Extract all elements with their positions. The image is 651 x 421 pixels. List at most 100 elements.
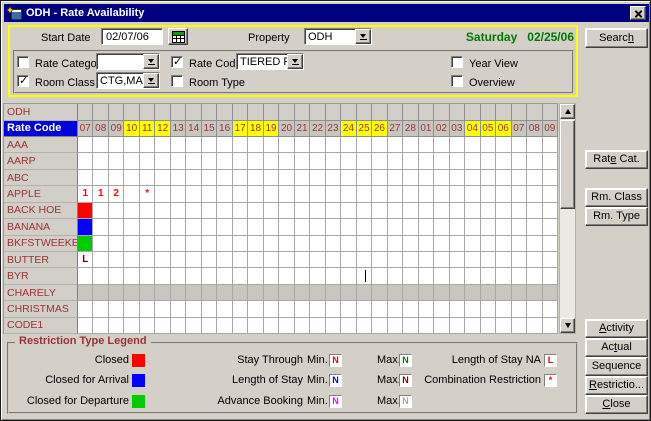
rate-code-row-label[interactable]: BYR [4,268,78,284]
grid-cell[interactable] [512,285,527,301]
date-header-cell[interactable]: 10 [124,121,139,138]
grid-cell[interactable] [512,236,527,252]
grid-cell[interactable] [171,318,186,334]
grid-cell[interactable] [248,236,263,252]
grid-cell[interactable] [217,236,232,252]
date-header-cell[interactable]: 11 [140,121,155,138]
grid-cell[interactable] [279,268,294,284]
rm-type-button[interactable]: Rm. Type [585,207,648,226]
grid-cell[interactable] [403,318,418,334]
grid-cell[interactable] [372,153,387,169]
grid-cell[interactable] [78,104,93,121]
grid-cell[interactable] [403,252,418,268]
grid-cell[interactable] [78,137,93,153]
date-header-cell[interactable]: 16 [217,121,232,138]
grid-cell[interactable] [496,301,511,317]
grid-cell[interactable] [248,252,263,268]
grid-cell[interactable] [124,268,139,284]
grid-cell[interactable] [450,186,465,202]
grid-cell[interactable] [481,301,496,317]
date-header-cell[interactable]: 05 [481,121,496,138]
grid-cell[interactable] [419,219,434,235]
calendar-button[interactable] [168,28,188,45]
grid-cell[interactable] [465,219,480,235]
grid-cell[interactable] [465,301,480,317]
grid-cell[interactable] [326,219,341,235]
rate-category-combo[interactable] [96,53,160,70]
grid-cell[interactable] [372,318,387,334]
grid-cell[interactable] [78,285,93,301]
room-type-checkbox[interactable] [171,75,183,87]
grid-cell[interactable] [543,153,558,169]
grid-cell[interactable] [310,137,325,153]
grid-cell[interactable] [481,236,496,252]
year-view-checkbox[interactable] [451,56,463,68]
grid-cell[interactable] [109,252,124,268]
grid-cell[interactable] [264,236,279,252]
grid-cell[interactable] [124,137,139,153]
dropdown-arrow-icon[interactable] [287,54,303,69]
grid-cell[interactable] [93,137,108,153]
grid-cell[interactable] [295,104,310,121]
grid-cell[interactable] [357,219,372,235]
grid-cell[interactable] [279,318,294,334]
grid-cell[interactable] [248,186,263,202]
grid-cell[interactable] [186,301,201,317]
grid-cell[interactable] [202,137,217,153]
grid-cell[interactable] [326,268,341,284]
grid-cell[interactable] [357,104,372,121]
grid-cell[interactable] [527,203,542,219]
grid-cell[interactable] [217,153,232,169]
grid-cell[interactable] [233,268,248,284]
grid-cell[interactable] [310,301,325,317]
grid-cell[interactable] [109,301,124,317]
grid-cell[interactable] [202,104,217,121]
grid-cell[interactable] [372,285,387,301]
grid-cell[interactable] [202,236,217,252]
grid-cell[interactable] [155,219,170,235]
grid-cell[interactable] [124,236,139,252]
grid-cell[interactable] [527,252,542,268]
scroll-up-button[interactable] [560,104,575,119]
grid-cell[interactable] [109,219,124,235]
grid-cell[interactable] [248,170,263,186]
date-header-cell[interactable]: 14 [186,121,201,138]
grid-cell[interactable] [403,203,418,219]
grid-cell[interactable] [341,170,356,186]
grid-cell[interactable] [357,252,372,268]
grid-cell[interactable] [512,186,527,202]
grid-cell[interactable] [357,137,372,153]
grid-cell[interactable] [419,153,434,169]
grid-cell[interactable] [465,186,480,202]
grid-cell[interactable] [171,268,186,284]
grid-cell[interactable] [109,318,124,334]
grid-cell[interactable] [450,170,465,186]
grid-cell[interactable] [217,301,232,317]
grid-cell[interactable] [217,268,232,284]
grid-cell[interactable] [465,137,480,153]
grid-cell[interactable] [357,318,372,334]
restriction-text-cell[interactable]: 1 [93,186,108,202]
grid-cell[interactable] [512,318,527,334]
grid-cell[interactable] [109,137,124,153]
grid-cell[interactable] [465,203,480,219]
grid-cell[interactable] [372,104,387,121]
grid-cell[interactable] [388,203,403,219]
grid-cell[interactable] [233,318,248,334]
grid-cell[interactable] [171,186,186,202]
grid-cell[interactable] [496,137,511,153]
grid-cell[interactable] [93,268,108,284]
grid-cell[interactable] [171,252,186,268]
grid-cell[interactable] [450,236,465,252]
property-combo[interactable]: ODH [304,28,372,45]
start-date-input[interactable]: 02/07/06 [101,28,163,45]
grid-cell[interactable] [140,104,155,121]
grid-cell[interactable] [543,285,558,301]
grid-cell[interactable] [496,236,511,252]
grid-cell[interactable] [326,137,341,153]
date-header-cell[interactable]: 04 [465,121,480,138]
grid-cell[interactable] [217,104,232,121]
grid-cell[interactable] [527,153,542,169]
grid-cell[interactable] [217,170,232,186]
date-header-cell[interactable]: 08 [527,121,542,138]
